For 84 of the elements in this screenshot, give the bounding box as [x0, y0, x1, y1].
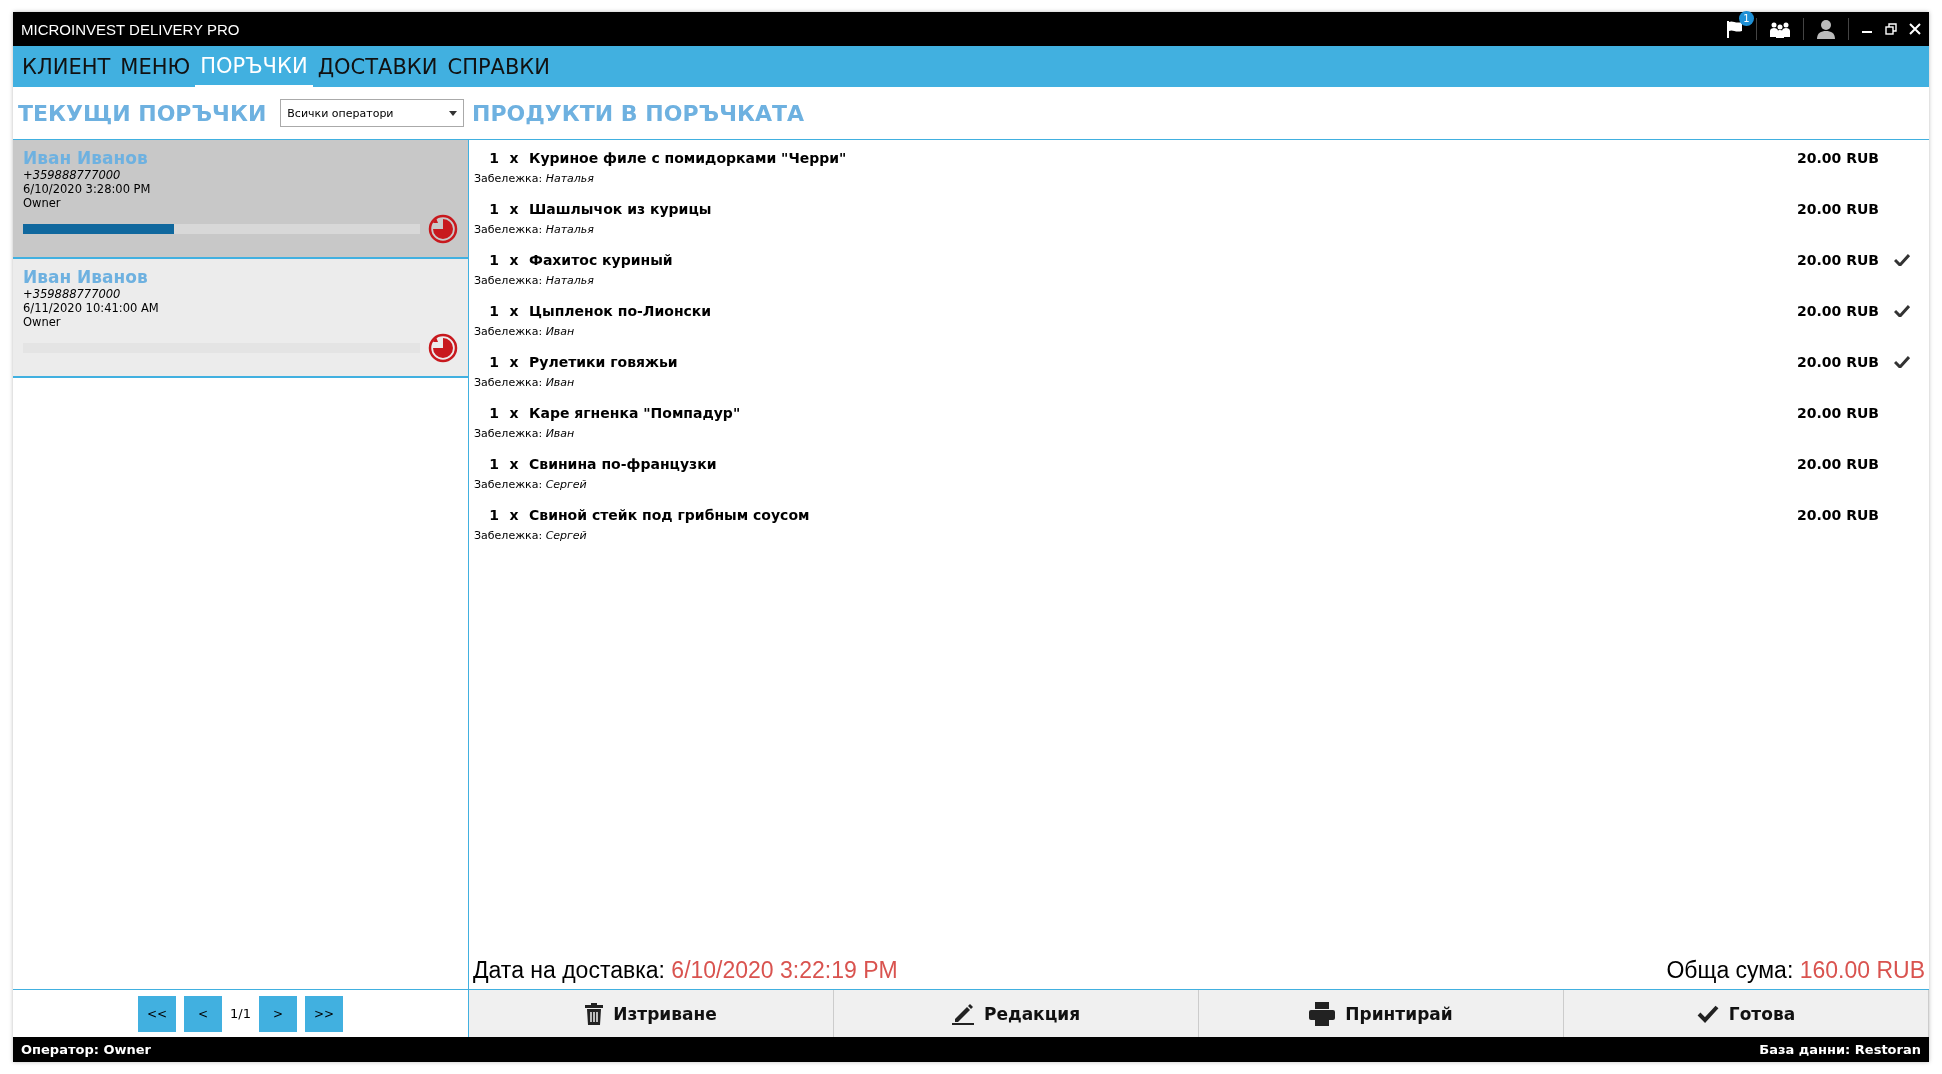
product-name: Свиной стейк под грибным соусом — [529, 507, 811, 523]
product-quantity: 1 — [488, 303, 499, 319]
database-status: База данни: Restoran — [1759, 1042, 1921, 1057]
product-quantity: 1 — [488, 150, 499, 166]
product-name: Цыпленок по-Лионски — [529, 303, 713, 319]
product-price: 20.00 RUB — [1796, 354, 1879, 370]
order-card[interactable]: Иван Иванов +359888777000 6/10/2020 3:28:00 PM Owner — [13, 140, 468, 259]
multiply-sign: x — [508, 150, 520, 166]
users-icon[interactable] — [1769, 20, 1791, 38]
done-button[interactable]: Готова — [1564, 990, 1929, 1037]
menu-tab[interactable]: МЕНЮ — [115, 46, 196, 87]
edit-button[interactable]: Редакция — [834, 990, 1199, 1037]
trash-icon — [585, 1002, 604, 1025]
menu-tab[interactable]: КЛИЕНТ — [17, 46, 116, 87]
caret-icon — [449, 110, 458, 116]
flag-icon[interactable] — [1726, 20, 1744, 38]
customer-name: Иван Иванов — [23, 267, 149, 287]
product-name: Шашлычок из курицы — [529, 201, 713, 217]
product-name: Куриное филе с помидорками "Черри" — [529, 150, 848, 166]
product-quantity: 1 — [488, 252, 499, 268]
order-date: 6/11/2020 10:41:00 AM — [23, 301, 160, 315]
product-note: Забележка: Иван — [474, 376, 576, 389]
menu-tab[interactable]: ДОСТАВКИ — [312, 46, 443, 87]
product-quantity: 1 — [488, 507, 499, 523]
product-price: 20.00 RUB — [1796, 456, 1879, 472]
product-price: 20.00 RUB — [1796, 252, 1879, 268]
order-total: Обща сума: 160.00 RUB — [1666, 956, 1925, 984]
phone-number: +359888777000 — [23, 168, 122, 182]
timer-icon — [428, 333, 458, 363]
product-name: Фахитос куриный — [529, 252, 674, 268]
restore-icon[interactable] — [1885, 23, 1897, 35]
product-note: Забележка: Наталья — [474, 274, 595, 287]
product-note: Забележка: Наталья — [474, 172, 595, 185]
panel-title: ТЕКУЩИ ПОРЪЧКИ — [18, 100, 267, 126]
window-title: MICROINVEST DELIVERY PRO — [21, 20, 241, 38]
operator-dropdown[interactable]: Всички оператори — [280, 99, 465, 127]
product-name: Рулетики говяжьи — [529, 354, 679, 370]
product-note: Забележка: Иван — [474, 427, 576, 440]
previous-page-button[interactable]: < — [184, 995, 223, 1032]
product-name: Каре ягненка "Помпадур" — [529, 405, 742, 421]
close-icon[interactable] — [1909, 23, 1921, 35]
customer-name: Иван Иванов — [23, 148, 149, 168]
order-date: 6/10/2020 3:28:00 PM — [23, 182, 152, 196]
product-price: 20.00 RUB — [1796, 405, 1879, 421]
panel-title: ПРОДУКТИ В ПОРЪЧКАТА — [472, 100, 804, 126]
product-quantity: 1 — [488, 201, 499, 217]
timer-icon — [428, 214, 458, 244]
delete-button[interactable]: Изтриване — [469, 990, 834, 1037]
operator-status: Оператор: Owner — [21, 1042, 151, 1057]
product-price: 20.00 RUB — [1796, 507, 1879, 523]
printer-icon — [1309, 1001, 1336, 1026]
product-note: Забележка: Сергей — [474, 529, 588, 542]
product-quantity: 1 — [488, 354, 499, 370]
multiply-sign: x — [508, 354, 520, 370]
pencil-icon — [951, 1002, 974, 1025]
menu-tab[interactable]: СПРАВКИ — [442, 46, 555, 87]
notification-badge: 1 — [1739, 11, 1754, 26]
first-page-button[interactable]: << — [138, 995, 177, 1032]
multiply-sign: x — [508, 303, 520, 319]
product-price: 20.00 RUB — [1796, 201, 1879, 217]
product-price: 20.00 RUB — [1796, 303, 1879, 319]
product-note: Забележка: Иван — [474, 325, 576, 338]
multiply-sign: x — [508, 405, 520, 421]
multiply-sign: x — [508, 252, 520, 268]
product-note: Забележка: Наталья — [474, 223, 595, 236]
operator-name: Owner — [23, 196, 62, 210]
product-quantity: 1 — [488, 456, 499, 472]
print-button[interactable]: Принтирай — [1199, 990, 1564, 1037]
multiply-sign: x — [508, 456, 520, 472]
check-icon — [1696, 1004, 1719, 1023]
multiply-sign: x — [508, 507, 520, 523]
product-price: 20.00 RUB — [1796, 150, 1879, 166]
product-name: Свинина по-французки — [529, 456, 718, 472]
product-note: Забележка: Сергей — [474, 478, 588, 491]
next-page-button[interactable]: > — [258, 995, 297, 1032]
operator-name: Owner — [23, 315, 62, 329]
page-indicator: 1/1 — [230, 1006, 251, 1021]
last-page-button[interactable]: >> — [304, 995, 343, 1032]
product-quantity: 1 — [488, 405, 499, 421]
multiply-sign: x — [508, 201, 520, 217]
delivery-date: Дата на доставка: 6/10/2020 3:22:19 PM — [473, 956, 898, 984]
order-card[interactable]: Иван Иванов +359888777000 6/11/2020 10:41:00 AM Owner — [13, 259, 468, 378]
user-icon[interactable] — [1816, 19, 1836, 39]
phone-number: +359888777000 — [23, 287, 122, 301]
